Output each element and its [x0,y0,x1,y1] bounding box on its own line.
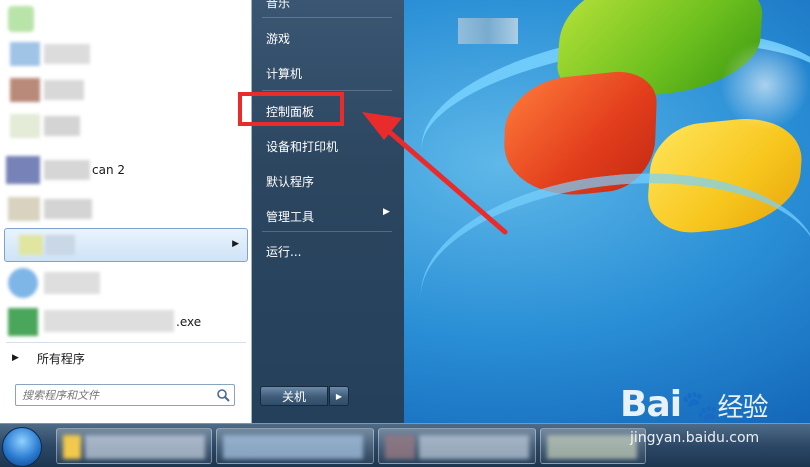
all-programs-label: 所有程序 [36,351,85,366]
menu-item-run[interactable]: 运行... [266,243,301,260]
program-item[interactable] [4,38,248,72]
program-item-scan[interactable]: can 2 [4,154,248,188]
search-box[interactable] [15,384,235,406]
wallpaper-glow [720,40,810,130]
shutdown-options-button[interactable]: ▶ [329,386,349,406]
watermark-url: jingyan.baidu.com [630,430,760,446]
shutdown-button[interactable]: 关机 [260,386,328,406]
separator [262,231,392,232]
menu-item-default-programs[interactable]: 默认程序 [266,173,314,190]
watermark-brand: Bai🐾经验 [620,384,768,425]
separator [6,342,246,343]
separator [262,17,392,18]
triangle-right-icon: ▶ [335,391,343,401]
all-programs-button[interactable]: ▶ 所有程序 [12,348,85,368]
program-item[interactable] [4,2,248,36]
start-menu: can 2 ▶ .exe ▶ 所有程序 搜索程序和文件 音乐 游戏 计算机 控制… [0,0,404,423]
taskbar-item[interactable] [216,428,374,464]
menu-item-admin-tools[interactable]: 管理工具 [266,208,314,225]
program-label: .exe [176,315,202,329]
menu-item-music[interactable]: 音乐 [266,0,290,11]
baidu-jingyan-watermark: Bai🐾经验 jingyan.baidu.com [620,378,805,453]
search-icon[interactable] [216,388,230,402]
program-item[interactable] [4,193,248,227]
menu-item-games[interactable]: 游戏 [266,30,290,47]
menu-item-computer[interactable]: 计算机 [266,65,302,82]
program-item[interactable] [4,266,248,300]
taskbar-item[interactable] [378,428,536,464]
start-menu-programs-pane: can 2 ▶ .exe ▶ 所有程序 [0,0,252,423]
annotation-highlight-box [238,92,344,126]
program-item[interactable] [4,110,248,144]
menu-item-devices-printers[interactable]: 设备和打印机 [266,138,338,155]
submenu-arrow-icon[interactable]: ▶ [383,207,390,217]
program-item-highlighted[interactable]: ▶ [4,228,248,262]
search-input[interactable] [22,387,202,403]
desktop-icon-blurred[interactable] [458,18,518,44]
program-item-exe[interactable]: .exe [4,304,248,338]
program-item[interactable] [4,74,248,108]
shutdown-group: 关机 ▶ [260,386,350,406]
separator [262,90,392,91]
start-button-windows-icon[interactable] [2,427,42,467]
submenu-arrow-icon[interactable]: ▶ [232,239,239,249]
start-menu-places-pane: 音乐 游戏 计算机 控制面板 设备和打印机 默认程序 管理工具 运行... [252,0,404,423]
triangle-right-icon: ▶ [12,353,19,363]
taskbar-item[interactable] [56,428,212,464]
program-label: can 2 [92,163,126,177]
